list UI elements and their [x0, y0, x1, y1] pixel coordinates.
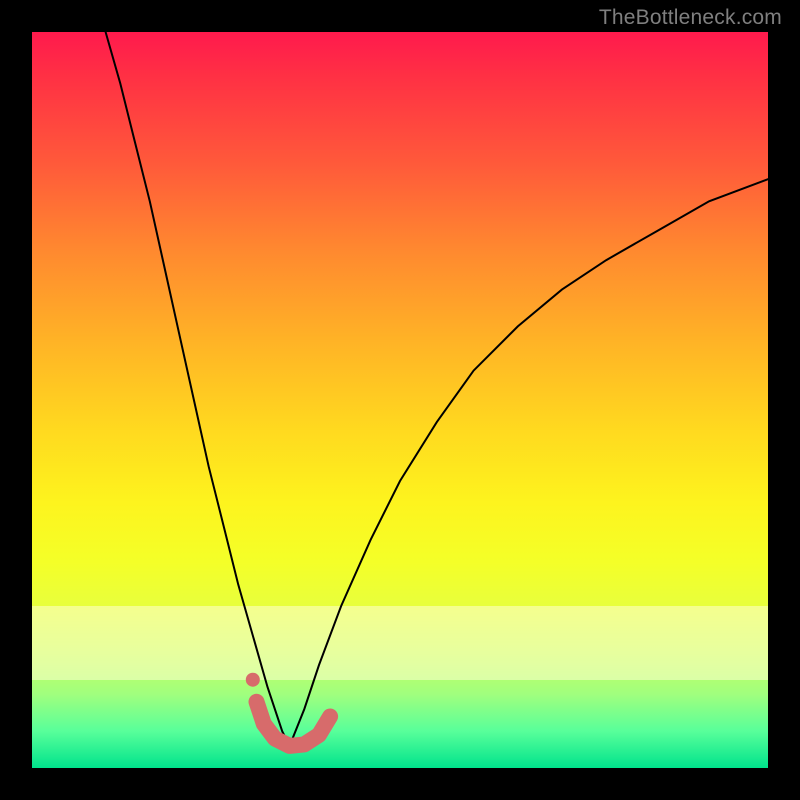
trough-marker [257, 702, 331, 746]
chart-svg [32, 32, 768, 768]
watermark-text: TheBottleneck.com [599, 6, 782, 30]
left-curve [106, 32, 290, 746]
plot-area [32, 32, 768, 768]
outer-frame: TheBottleneck.com [0, 0, 800, 800]
right-curve [290, 179, 768, 746]
trough-dot [246, 673, 260, 687]
